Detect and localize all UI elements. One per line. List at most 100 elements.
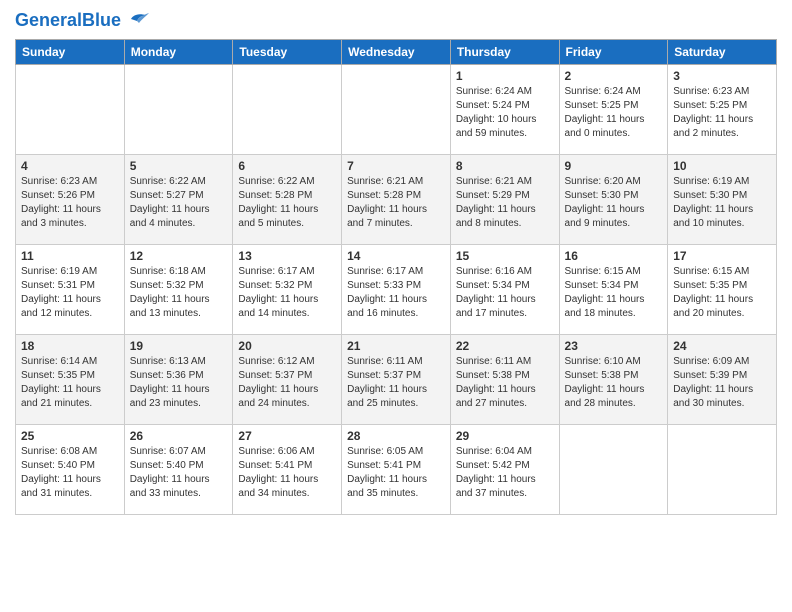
day-number: 25 — [21, 429, 119, 443]
weekday-header-saturday: Saturday — [668, 40, 777, 65]
calendar-cell: 17Sunrise: 6:15 AM Sunset: 5:35 PM Dayli… — [668, 245, 777, 335]
day-number: 27 — [238, 429, 336, 443]
calendar-cell: 26 Sunrise: 6:07 AM Sunset: 5:40 PM Dayli… — [124, 425, 233, 515]
page-header: GeneralBlue — [15, 10, 777, 31]
calendar-cell — [559, 425, 668, 515]
day-number: 21 — [347, 339, 445, 353]
day-number: 7 — [347, 159, 445, 173]
logo-bird-icon — [123, 7, 149, 29]
day-info: Sunrise: 6:18 AM Sunset: 5:32 PM Dayligh… — [130, 265, 228, 321]
day-number: 15 — [456, 249, 554, 263]
day-number: 23 — [565, 339, 663, 353]
calendar-cell: 27 Sunrise: 6:06 AM Sunset: 5:41 PM Dayli… — [233, 425, 342, 515]
day-info: Sunrise: 6:19 AM Sunset: 5:30 PM Dayligh… — [673, 175, 771, 231]
day-number: 26 — [130, 429, 228, 443]
day-number: 4 — [21, 159, 119, 173]
calendar-table: SundayMondayTuesdayWednesdayThursdayFrid… — [15, 39, 777, 515]
day-info: Sunrise: 6:17 AM Sunset: 5:33 PM Dayligh… — [347, 265, 445, 321]
day-info: Sunrise: 6:10 AM Sunset: 5:38 PM Dayligh… — [565, 355, 663, 411]
day-info: Sunrise: 6:14 AM Sunset: 5:35 PM Dayligh… — [21, 355, 119, 411]
calendar-cell — [668, 425, 777, 515]
calendar-cell: 24 Sunrise: 6:09 AM Sunset: 5:39 PM Dayli… — [668, 335, 777, 425]
calendar-cell: 1 Sunrise: 6:24 AM Sunset: 5:24 PM Daylig… — [450, 65, 559, 155]
calendar-cell: 2 Sunrise: 6:24 AM Sunset: 5:25 PM Daylig… — [559, 65, 668, 155]
day-number: 6 — [238, 159, 336, 173]
day-info: Sunrise: 6:19 AM Sunset: 5:31 PM Dayligh… — [21, 265, 119, 321]
calendar-cell: 28 Sunrise: 6:05 AM Sunset: 5:41 PM Dayli… — [342, 425, 451, 515]
calendar-cell: 5Sunrise: 6:22 AM Sunset: 5:27 PM Daylig… — [124, 155, 233, 245]
weekday-header-wednesday: Wednesday — [342, 40, 451, 65]
calendar-cell — [16, 65, 125, 155]
calendar-week-row: 4 Sunrise: 6:23 AM Sunset: 5:26 PM Daylig… — [16, 155, 777, 245]
day-info: Sunrise: 6:21 AM Sunset: 5:29 PM Dayligh… — [456, 175, 554, 231]
calendar-cell: 25 Sunrise: 6:08 AM Sunset: 5:40 PM Dayli… — [16, 425, 125, 515]
day-info: Sunrise: 6:08 AM Sunset: 5:40 PM Dayligh… — [21, 445, 119, 501]
day-info: Sunrise: 6:23 AM Sunset: 5:25 PM Dayligh… — [673, 85, 771, 141]
calendar-cell — [233, 65, 342, 155]
calendar-week-row: 25 Sunrise: 6:08 AM Sunset: 5:40 PM Dayli… — [16, 425, 777, 515]
weekday-header-thursday: Thursday — [450, 40, 559, 65]
calendar-cell: 9 Sunrise: 6:20 AM Sunset: 5:30 PM Daylig… — [559, 155, 668, 245]
calendar-week-row: 1 Sunrise: 6:24 AM Sunset: 5:24 PM Daylig… — [16, 65, 777, 155]
day-info: Sunrise: 6:05 AM Sunset: 5:41 PM Dayligh… — [347, 445, 445, 501]
calendar-cell: 7Sunrise: 6:21 AM Sunset: 5:28 PM Daylig… — [342, 155, 451, 245]
calendar-cell — [342, 65, 451, 155]
day-number: 22 — [456, 339, 554, 353]
calendar-week-row: 11Sunrise: 6:19 AM Sunset: 5:31 PM Dayli… — [16, 245, 777, 335]
day-number: 19 — [130, 339, 228, 353]
day-number: 1 — [456, 69, 554, 83]
day-number: 10 — [673, 159, 771, 173]
weekday-header-friday: Friday — [559, 40, 668, 65]
day-info: Sunrise: 6:07 AM Sunset: 5:40 PM Dayligh… — [130, 445, 228, 501]
day-info: Sunrise: 6:09 AM Sunset: 5:39 PM Dayligh… — [673, 355, 771, 411]
day-number: 28 — [347, 429, 445, 443]
day-number: 24 — [673, 339, 771, 353]
day-info: Sunrise: 6:24 AM Sunset: 5:25 PM Dayligh… — [565, 85, 663, 141]
day-info: Sunrise: 6:20 AM Sunset: 5:30 PM Dayligh… — [565, 175, 663, 231]
day-info: Sunrise: 6:17 AM Sunset: 5:32 PM Dayligh… — [238, 265, 336, 321]
day-info: Sunrise: 6:23 AM Sunset: 5:26 PM Dayligh… — [21, 175, 119, 231]
day-number: 14 — [347, 249, 445, 263]
day-number: 3 — [673, 69, 771, 83]
calendar-cell: 16 Sunrise: 6:15 AM Sunset: 5:34 PM Dayli… — [559, 245, 668, 335]
day-info: Sunrise: 6:22 AM Sunset: 5:27 PM Dayligh… — [130, 175, 228, 231]
calendar-week-row: 18Sunrise: 6:14 AM Sunset: 5:35 PM Dayli… — [16, 335, 777, 425]
day-info: Sunrise: 6:06 AM Sunset: 5:41 PM Dayligh… — [238, 445, 336, 501]
day-number: 29 — [456, 429, 554, 443]
day-number: 17 — [673, 249, 771, 263]
weekday-header-sunday: Sunday — [16, 40, 125, 65]
calendar-cell: 19 Sunrise: 6:13 AM Sunset: 5:36 PM Dayli… — [124, 335, 233, 425]
day-number: 8 — [456, 159, 554, 173]
day-number: 9 — [565, 159, 663, 173]
day-number: 20 — [238, 339, 336, 353]
day-number: 16 — [565, 249, 663, 263]
calendar-cell: 23 Sunrise: 6:10 AM Sunset: 5:38 PM Dayli… — [559, 335, 668, 425]
calendar-cell: 6Sunrise: 6:22 AM Sunset: 5:28 PM Daylig… — [233, 155, 342, 245]
day-info: Sunrise: 6:16 AM Sunset: 5:34 PM Dayligh… — [456, 265, 554, 321]
calendar-cell: 4 Sunrise: 6:23 AM Sunset: 5:26 PM Daylig… — [16, 155, 125, 245]
weekday-header-tuesday: Tuesday — [233, 40, 342, 65]
day-info: Sunrise: 6:24 AM Sunset: 5:24 PM Dayligh… — [456, 85, 554, 141]
day-info: Sunrise: 6:13 AM Sunset: 5:36 PM Dayligh… — [130, 355, 228, 411]
calendar-cell: 29 Sunrise: 6:04 AM Sunset: 5:42 PM Dayli… — [450, 425, 559, 515]
day-info: Sunrise: 6:04 AM Sunset: 5:42 PM Dayligh… — [456, 445, 554, 501]
calendar-cell: 12Sunrise: 6:18 AM Sunset: 5:32 PM Dayli… — [124, 245, 233, 335]
calendar-cell: 10 Sunrise: 6:19 AM Sunset: 5:30 PM Dayli… — [668, 155, 777, 245]
calendar-cell: 11Sunrise: 6:19 AM Sunset: 5:31 PM Dayli… — [16, 245, 125, 335]
weekday-header-monday: Monday — [124, 40, 233, 65]
logo-text: GeneralBlue — [15, 10, 121, 31]
day-number: 13 — [238, 249, 336, 263]
calendar-cell: 14 Sunrise: 6:17 AM Sunset: 5:33 PM Dayli… — [342, 245, 451, 335]
day-info: Sunrise: 6:15 AM Sunset: 5:34 PM Dayligh… — [565, 265, 663, 321]
day-number: 2 — [565, 69, 663, 83]
calendar-header-row: SundayMondayTuesdayWednesdayThursdayFrid… — [16, 40, 777, 65]
calendar-cell: 15 Sunrise: 6:16 AM Sunset: 5:34 PM Dayli… — [450, 245, 559, 335]
day-info: Sunrise: 6:11 AM Sunset: 5:37 PM Dayligh… — [347, 355, 445, 411]
calendar-cell: 20 Sunrise: 6:12 AM Sunset: 5:37 PM Dayli… — [233, 335, 342, 425]
logo: GeneralBlue — [15, 10, 149, 31]
day-info: Sunrise: 6:12 AM Sunset: 5:37 PM Dayligh… — [238, 355, 336, 411]
calendar-cell: 13 Sunrise: 6:17 AM Sunset: 5:32 PM Dayli… — [233, 245, 342, 335]
day-info: Sunrise: 6:11 AM Sunset: 5:38 PM Dayligh… — [456, 355, 554, 411]
calendar-cell — [124, 65, 233, 155]
calendar-cell: 3 Sunrise: 6:23 AM Sunset: 5:25 PM Daylig… — [668, 65, 777, 155]
